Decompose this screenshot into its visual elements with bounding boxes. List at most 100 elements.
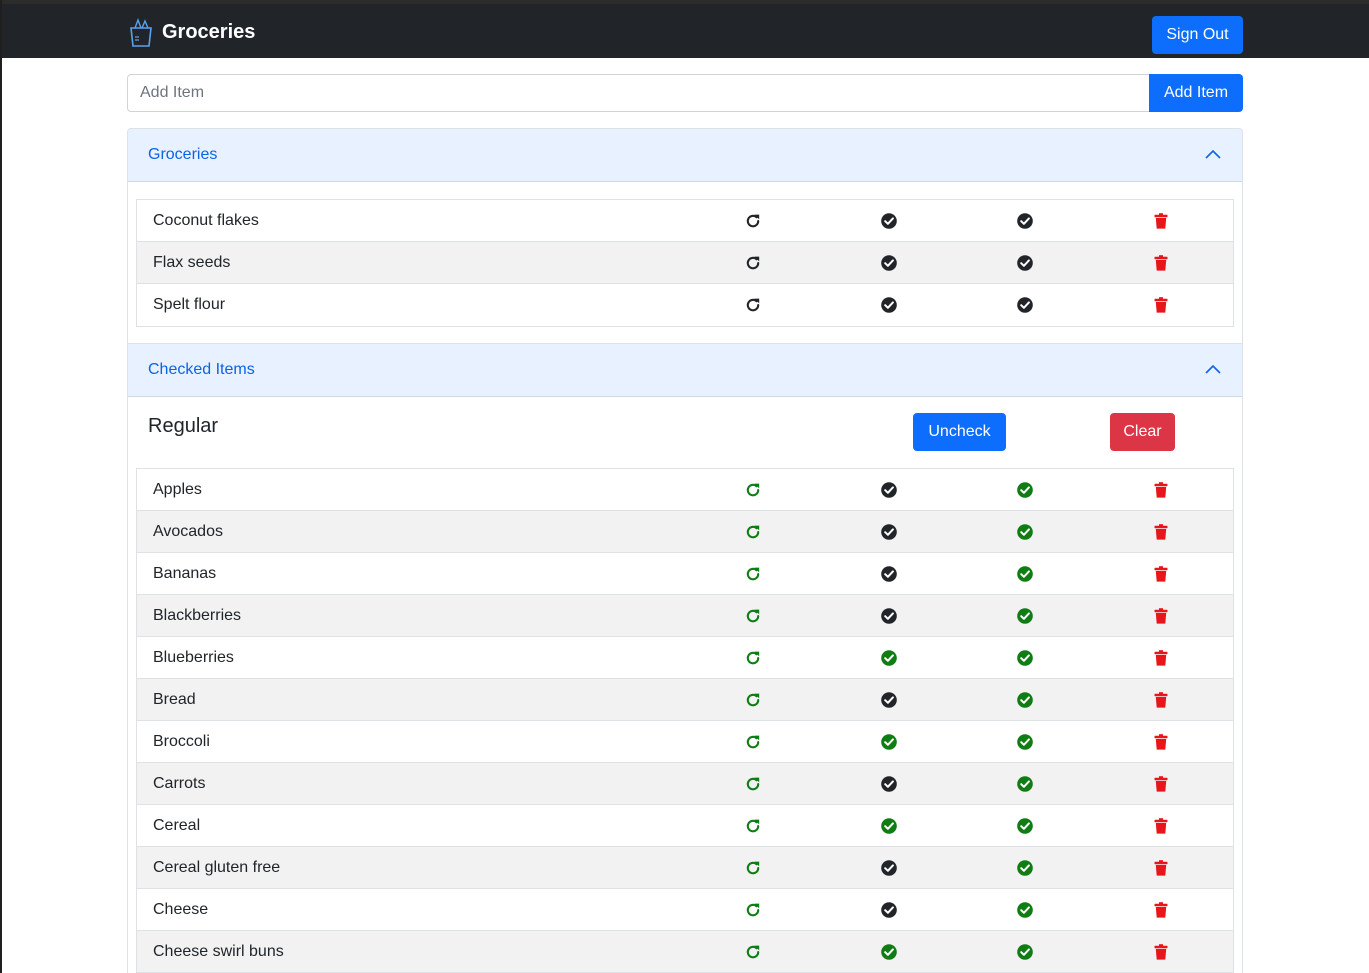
trash-icon[interactable] [1152,212,1170,230]
list-item: Cereal [137,805,1233,847]
list-item: Broccoli [137,721,1233,763]
check-circle-icon[interactable] [880,607,898,625]
grocery-bag-icon [130,18,152,47]
item-name: Coconut flakes [153,211,259,229]
refresh-icon[interactable] [744,607,762,625]
check-circle-icon[interactable] [1016,607,1034,625]
item-name: Spelt flour [153,296,226,313]
check-circle-icon[interactable] [1016,691,1034,709]
brand[interactable]: Groceries [128,16,255,48]
trash-icon[interactable] [1152,481,1170,499]
check-circle-icon[interactable] [880,565,898,583]
trash-icon[interactable] [1152,691,1170,709]
trash-icon[interactable] [1152,649,1170,667]
checked-items-accordion-body: Apples Avocados Bananas Blackberries Blueber… [128,468,1242,973]
chevron-up-icon [1205,364,1221,374]
refresh-icon[interactable] [744,817,762,835]
accordion: Groceries Coconut flakes Flax seeds Spelt … [127,128,1243,973]
list-item: Cereal gluten free [137,847,1233,889]
list-item: Blueberries [137,637,1233,679]
add-item-input[interactable] [127,74,1149,112]
list-item: Bananas [137,553,1233,595]
check-circle-icon[interactable] [1016,212,1034,230]
trash-icon[interactable] [1152,817,1170,835]
check-circle-icon[interactable] [880,254,898,272]
check-circle-icon[interactable] [1016,523,1034,541]
trash-icon[interactable] [1152,565,1170,583]
checked-items-list: Apples Avocados Bananas Blackberries Blueber… [136,468,1234,973]
list-item: Coconut flakes [137,200,1233,242]
check-circle-icon[interactable] [880,775,898,793]
groceries-accordion-header[interactable]: Groceries [128,129,1242,182]
refresh-icon[interactable] [744,296,762,314]
list-item: Avocados [137,511,1233,553]
check-circle-icon[interactable] [880,733,898,751]
item-name: Broccoli [153,732,210,750]
check-circle-icon[interactable] [1016,296,1034,314]
list-item: Cheese swirl buns [137,931,1233,973]
clear-button[interactable]: Clear [1110,413,1175,451]
refresh-icon[interactable] [744,859,762,877]
check-circle-icon[interactable] [1016,733,1034,751]
item-name: Cereal gluten free [153,858,281,876]
check-circle-icon[interactable] [880,691,898,709]
refresh-icon[interactable] [744,481,762,499]
brand-title: Groceries [162,20,256,43]
check-circle-icon[interactable] [1016,901,1034,919]
sign-out-button[interactable]: Sign Out [1152,16,1243,54]
check-circle-icon[interactable] [1016,254,1034,272]
trash-icon[interactable] [1152,859,1170,877]
navbar: Groceries Sign Out [0,0,1369,58]
refresh-icon[interactable] [744,733,762,751]
check-circle-icon[interactable] [880,817,898,835]
check-circle-icon[interactable] [880,943,898,961]
refresh-icon[interactable] [744,523,762,541]
groceries-list: Coconut flakes Flax seeds Spelt flour [136,199,1234,327]
trash-icon[interactable] [1152,296,1170,314]
item-name: Cheese [153,900,209,918]
trash-icon[interactable] [1152,523,1170,541]
list-item: Cheese [137,889,1233,931]
list-item: Carrots [137,763,1233,805]
trash-icon[interactable] [1152,901,1170,919]
trash-icon[interactable] [1152,254,1170,272]
checked-items-section-title: Checked Items [148,361,255,378]
trash-icon[interactable] [1152,607,1170,625]
check-circle-icon[interactable] [1016,775,1034,793]
groceries-section-title: Groceries [148,146,218,163]
trash-icon[interactable] [1152,733,1170,751]
refresh-icon[interactable] [744,649,762,667]
check-circle-icon[interactable] [880,649,898,667]
uncheck-button[interactable]: Uncheck [913,413,1006,451]
check-circle-icon[interactable] [1016,649,1034,667]
check-circle-icon[interactable] [880,212,898,230]
groceries-accordion-body: Coconut flakes Flax seeds Spelt flour [128,182,1242,344]
refresh-icon[interactable] [744,254,762,272]
refresh-icon[interactable] [744,943,762,961]
check-circle-icon[interactable] [880,901,898,919]
refresh-icon[interactable] [744,212,762,230]
add-item-button[interactable]: Add Item [1149,74,1243,112]
trash-icon[interactable] [1152,943,1170,961]
refresh-icon[interactable] [744,901,762,919]
item-name: Apples [153,480,202,498]
item-name: Avocados [153,522,223,540]
item-name: Flax seeds [153,253,231,271]
item-name: Bread [153,690,196,708]
chevron-up-icon [1205,149,1221,159]
refresh-icon[interactable] [744,565,762,583]
check-circle-icon[interactable] [1016,565,1034,583]
check-circle-icon[interactable] [1016,481,1034,499]
check-circle-icon[interactable] [1016,943,1034,961]
checked-items-accordion-header[interactable]: Checked Items [128,344,1242,397]
trash-icon[interactable] [1152,775,1170,793]
group-title: Regular [148,415,219,437]
check-circle-icon[interactable] [1016,859,1034,877]
check-circle-icon[interactable] [880,296,898,314]
check-circle-icon[interactable] [1016,817,1034,835]
refresh-icon[interactable] [744,691,762,709]
refresh-icon[interactable] [744,775,762,793]
check-circle-icon[interactable] [880,523,898,541]
check-circle-icon[interactable] [880,859,898,877]
check-circle-icon[interactable] [880,481,898,499]
